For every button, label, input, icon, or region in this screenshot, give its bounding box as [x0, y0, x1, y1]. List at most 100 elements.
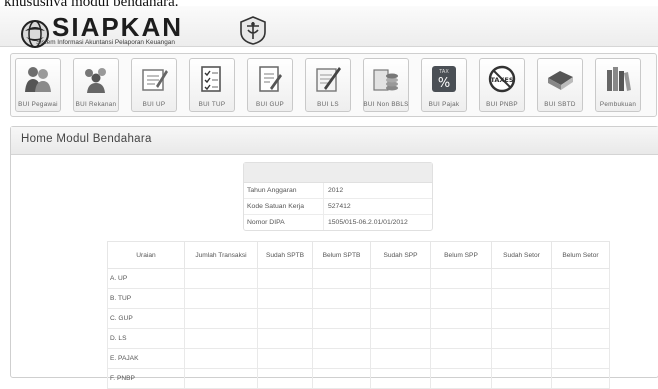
group-icon — [85, 68, 106, 93]
form-pencil-icon — [316, 67, 341, 92]
toolbar-label: BUI UP — [142, 101, 166, 108]
bui-sbtd-button[interactable]: BUI SBTD — [537, 58, 583, 112]
toolbar-label: BUI PNBP — [486, 101, 518, 108]
app-header: SIAPKAN Sistem Informasi Akuntansi Pelap… — [0, 6, 658, 48]
panel-title: Home Modul Bendahara — [21, 133, 152, 145]
toolbar-label: BUI Non BBLS — [363, 101, 409, 108]
column-header: Sudah SPP — [370, 241, 431, 269]
table-cell — [491, 328, 552, 349]
table-cell — [184, 368, 258, 389]
bui-up-button[interactable]: BUI UP — [131, 58, 177, 112]
table-cell — [312, 308, 371, 329]
people-icon — [25, 67, 51, 92]
row-label: F. PNBP — [107, 368, 185, 389]
home-panel: Home Modul Bendahara Tahun Anggaran 2012… — [10, 126, 658, 389]
table-cell — [551, 268, 610, 289]
info-value: 527412 — [328, 203, 351, 210]
panel-header: Home Modul Bendahara — [11, 127, 658, 155]
bui-pegawai-button[interactable]: BUI Pegawai — [15, 58, 61, 112]
table-cell — [551, 308, 610, 329]
table-row: F. PNBP — [107, 368, 610, 389]
transaction-summary-table: Uraian Jumlah Transaksi Sudah SPTB Belum… — [107, 241, 610, 389]
info-label: Kode Satuan Kerja — [244, 199, 324, 214]
table-cell — [312, 288, 371, 309]
column-header: Jumlah Transaksi — [184, 241, 258, 269]
column-header: Belum SPTB — [312, 241, 371, 269]
toolbar-label: BUI Pajak — [428, 101, 460, 108]
table-cell — [491, 268, 552, 289]
table-cell — [430, 348, 492, 369]
info-value: 1505/015-06.2.01/01/2012 — [328, 219, 408, 226]
app-title: SIAPKAN — [52, 12, 184, 42]
column-header: Belum SPP — [430, 241, 492, 269]
table-row: D. LS — [107, 328, 610, 349]
table-cell — [312, 268, 371, 289]
table-cell — [257, 268, 313, 289]
table-cell — [370, 308, 431, 329]
row-label: B. TUP — [107, 288, 185, 309]
table-cell — [430, 368, 492, 389]
info-row: Nomor DIPA 1505/015-06.2.01/01/2012 — [244, 215, 432, 230]
table-cell — [184, 288, 258, 309]
tax-percent-icon: TAX % — [432, 66, 456, 92]
bui-pajak-button[interactable]: TAX % BUI Pajak — [421, 58, 467, 112]
table-row: A. UP — [107, 268, 610, 289]
column-header: Sudah Setor — [491, 241, 552, 269]
module-toolbar: BUI Pegawai BUI Rekanan BUI UP BUI TUP B… — [10, 53, 657, 117]
no-taxes-icon: TAXES — [488, 65, 516, 93]
table-header-row: Uraian Jumlah Transaksi Sudah SPTB Belum… — [107, 241, 610, 269]
row-label: A. UP — [107, 268, 185, 289]
toolbar-label: BUI TUP — [198, 101, 226, 108]
bui-non-bbls-button[interactable]: BUI Non BBLS — [363, 58, 409, 112]
table-cell — [430, 288, 492, 309]
table-cell — [257, 328, 313, 349]
bui-ls-button[interactable]: BUI LS — [305, 58, 351, 112]
table-cell — [184, 308, 258, 329]
bui-gup-button[interactable]: BUI GUP — [247, 58, 293, 112]
document-edit-icon — [142, 69, 168, 91]
table-cell — [551, 328, 610, 349]
column-header: Belum Setor — [551, 241, 610, 269]
row-label: E. PAJAK — [107, 348, 185, 369]
column-header: Uraian — [107, 241, 185, 269]
bui-rekanan-button[interactable]: BUI Rekanan — [73, 58, 119, 112]
svg-text:TAX: TAX — [438, 69, 449, 75]
info-value: 2012 — [328, 187, 344, 194]
dipa-info-box: Tahun Anggaran 2012 Kode Satuan Kerja 52… — [243, 162, 433, 231]
bui-pnbp-button[interactable]: TAXES BUI PNBP — [479, 58, 525, 112]
toolbar-label: BUI LS — [317, 101, 339, 108]
table-row: C. GUP — [107, 308, 610, 329]
table-row: E. PAJAK — [107, 348, 610, 369]
book-icon — [548, 71, 573, 90]
coins-icon — [373, 69, 398, 91]
info-row: Tahun Anggaran 2012 — [244, 183, 432, 199]
table-cell — [370, 368, 431, 389]
table-cell — [551, 348, 610, 369]
table-cell — [430, 308, 492, 329]
table-cell — [370, 288, 431, 309]
bui-tup-button[interactable]: BUI TUP — [189, 58, 235, 112]
column-header: Sudah SPTB — [257, 241, 313, 269]
table-cell — [257, 348, 313, 369]
table-cell — [184, 328, 258, 349]
toolbar-label: BUI GUP — [256, 101, 284, 108]
table-cell — [257, 308, 313, 329]
info-box-header — [244, 163, 432, 183]
table-cell — [370, 328, 431, 349]
table-cell — [551, 288, 610, 309]
toolbar-label: BUI Pegawai — [18, 101, 58, 108]
document-pencil-icon — [259, 66, 282, 92]
table-cell — [312, 348, 371, 369]
info-label: Tahun Anggaran — [244, 183, 324, 198]
table-cell — [184, 268, 258, 289]
checklist-icon — [201, 66, 221, 92]
table-cell — [184, 348, 258, 369]
table-cell — [312, 328, 371, 349]
table-cell — [491, 288, 552, 309]
table-cell — [430, 328, 492, 349]
table-cell — [257, 288, 313, 309]
info-row: Kode Satuan Kerja 527412 — [244, 199, 432, 215]
table-cell — [551, 368, 610, 389]
table-cell — [491, 348, 552, 369]
pembukuan-button[interactable]: Pembukuan — [595, 58, 641, 112]
